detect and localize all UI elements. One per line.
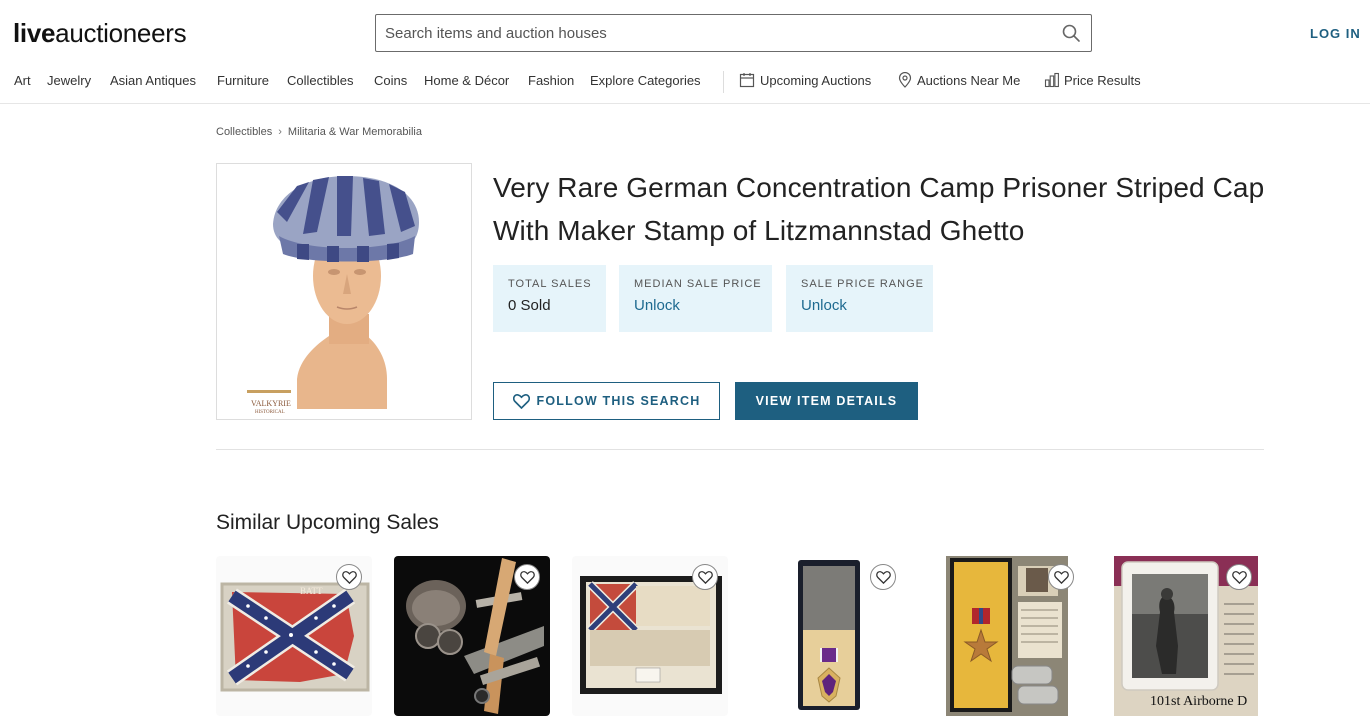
heart-icon: [1231, 570, 1247, 584]
item-title: Very Rare German Concentration Camp Pris…: [493, 172, 1265, 246]
prisoner-cap-photo: VALKYRIE HISTORICAL: [217, 164, 471, 419]
view-item-details-button[interactable]: VIEW ITEM DETAILS: [735, 382, 918, 420]
svg-text:BATT: BATT: [300, 586, 323, 596]
bar-chart-icon: [1044, 72, 1059, 88]
heart-icon: [341, 570, 357, 584]
favorite-button[interactable]: [870, 564, 896, 590]
nav-art[interactable]: Art: [14, 73, 31, 88]
site-header: liveauctioneers LOG IN Art Jewelry Asian…: [0, 0, 1370, 104]
photo-caption-text: 101st Airborne D: [1150, 694, 1248, 709]
nav-jewelry[interactable]: Jewelry: [47, 73, 91, 88]
favorite-button[interactable]: [692, 564, 718, 590]
follow-search-label: FOLLOW THIS SEARCH: [536, 394, 701, 408]
similar-sale-card[interactable]: [572, 556, 728, 716]
similar-sale-card[interactable]: BATT: [216, 556, 372, 716]
stat-value: 0 Sold: [508, 297, 551, 314]
heart-icon: [519, 570, 535, 584]
nav-auctions-near-me[interactable]: Auctions Near Me: [917, 73, 1020, 88]
heart-icon: [1053, 570, 1069, 584]
search-input[interactable]: [376, 15, 1036, 51]
nav-furniture[interactable]: Furniture: [217, 73, 269, 88]
stat-label: TOTAL SALES: [508, 278, 592, 290]
unlock-median-link[interactable]: Unlock: [634, 297, 772, 314]
stat-label: SALE PRICE RANGE: [801, 278, 924, 290]
favorite-button[interactable]: [1226, 564, 1252, 590]
similar-sale-card[interactable]: 101st Airborne D: [1106, 556, 1262, 716]
nav-price-results[interactable]: Price Results: [1064, 73, 1141, 88]
favorite-button[interactable]: [1048, 564, 1074, 590]
similar-sale-card[interactable]: [394, 556, 550, 716]
follow-search-button[interactable]: FOLLOW THIS SEARCH: [493, 382, 720, 420]
similar-sales-heading: Similar Upcoming Sales: [216, 511, 439, 534]
section-divider: [216, 449, 1264, 450]
favorite-button[interactable]: [514, 564, 540, 590]
nav-explore-categories[interactable]: Explore Categories: [590, 73, 701, 88]
category-nav: Art Jewelry Asian Antiques Furniture Col…: [0, 70, 1370, 94]
site-logo[interactable]: liveauctioneers: [13, 18, 187, 49]
unlock-range-link[interactable]: Unlock: [801, 297, 933, 314]
heart-icon: [697, 570, 713, 584]
favorite-button[interactable]: [336, 564, 362, 590]
heart-icon: [875, 570, 891, 584]
stat-label: MEDIAN SALE PRICE: [634, 278, 762, 290]
nav-divider: [723, 71, 724, 93]
nav-fashion[interactable]: Fashion: [528, 73, 574, 88]
svg-text:HISTORICAL: HISTORICAL: [255, 410, 285, 415]
search-icon[interactable]: [1061, 23, 1081, 43]
search-box: [375, 14, 1092, 52]
similar-sale-card[interactable]: [750, 556, 906, 716]
breadcrumb-separator: ›: [278, 126, 282, 138]
logo-auctioneers-text: auctioneers: [55, 18, 187, 48]
stat-total-sales: TOTAL SALES 0 Sold: [493, 265, 606, 332]
svg-text:VALKYRIE: VALKYRIE: [251, 399, 291, 408]
logo-live-text: live: [13, 18, 56, 48]
stat-sale-price-range: SALE PRICE RANGE Unlock: [786, 265, 933, 332]
nav-coins[interactable]: Coins: [374, 73, 407, 88]
item-image[interactable]: VALKYRIE HISTORICAL: [216, 163, 472, 420]
calendar-icon: [739, 73, 755, 88]
heart-icon: [512, 393, 530, 409]
location-pin-icon: [898, 72, 912, 88]
nav-collectibles[interactable]: Collectibles: [287, 73, 353, 88]
breadcrumb: Collectibles › Militaria & War Memorabilia: [216, 126, 422, 138]
breadcrumb-militaria[interactable]: Militaria & War Memorabilia: [288, 126, 422, 138]
nav-home-decor[interactable]: Home & Décor: [424, 73, 509, 88]
stat-median-sale-price: MEDIAN SALE PRICE Unlock: [619, 265, 772, 332]
nav-upcoming-auctions[interactable]: Upcoming Auctions: [760, 73, 871, 88]
login-link[interactable]: LOG IN: [1310, 26, 1361, 41]
breadcrumb-collectibles[interactable]: Collectibles: [216, 126, 272, 138]
similar-sale-card[interactable]: [928, 556, 1084, 716]
nav-asian-antiques[interactable]: Asian Antiques: [110, 73, 196, 88]
